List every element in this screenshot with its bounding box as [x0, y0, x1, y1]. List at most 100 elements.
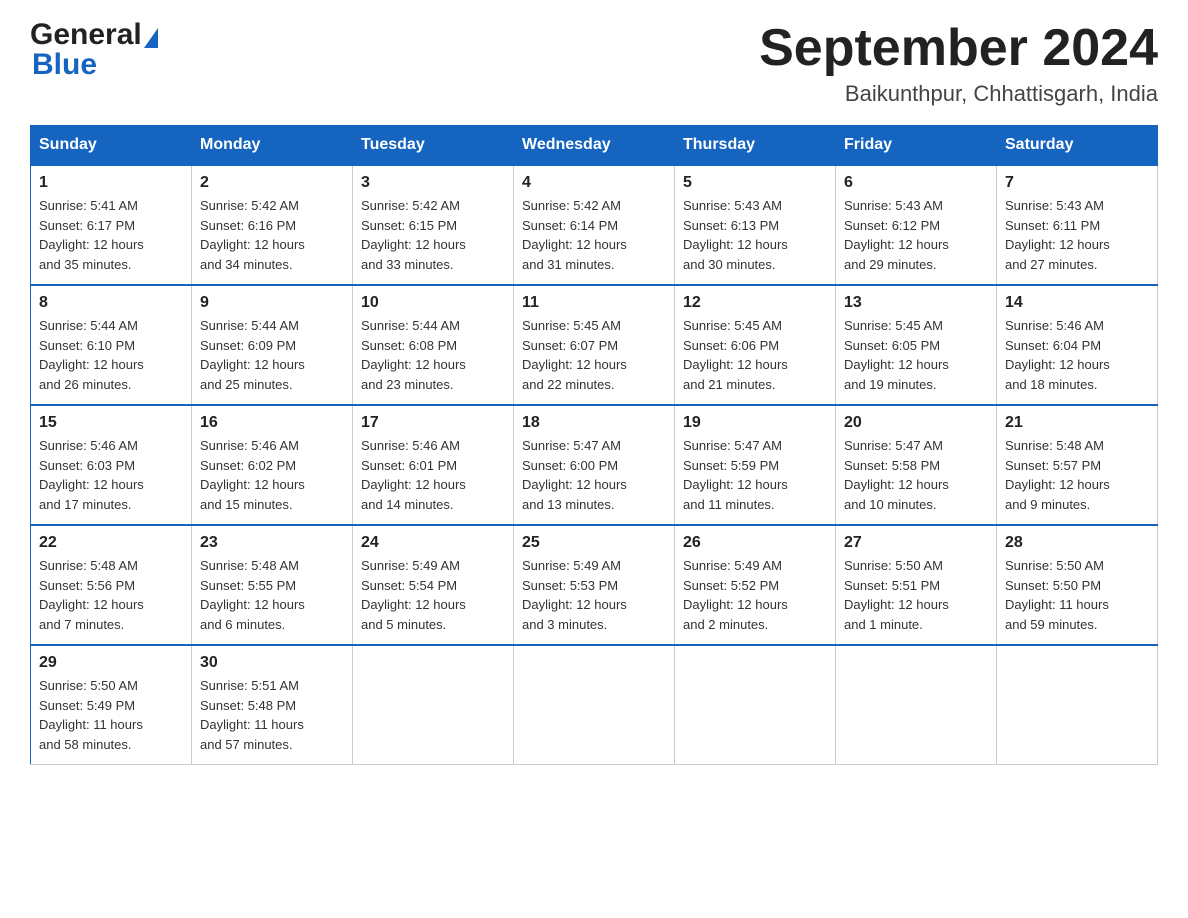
column-header-tuesday: Tuesday — [353, 126, 514, 166]
calendar-day-cell: 20 Sunrise: 5:47 AMSunset: 5:58 PMDaylig… — [836, 405, 997, 525]
day-info: Sunrise: 5:48 AMSunset: 5:55 PMDaylight:… — [200, 556, 344, 634]
calendar-day-cell: 27 Sunrise: 5:50 AMSunset: 5:51 PMDaylig… — [836, 525, 997, 645]
empty-calendar-cell — [836, 645, 997, 765]
logo-general: General — [30, 20, 142, 50]
day-number: 13 — [844, 294, 988, 312]
day-info: Sunrise: 5:50 AMSunset: 5:51 PMDaylight:… — [844, 556, 988, 634]
day-number: 12 — [683, 294, 827, 312]
day-info: Sunrise: 5:42 AMSunset: 6:16 PMDaylight:… — [200, 196, 344, 274]
day-info: Sunrise: 5:44 AMSunset: 6:08 PMDaylight:… — [361, 316, 505, 394]
title-area: September 2024 Baikunthpur, Chhattisgarh… — [759, 20, 1158, 107]
empty-calendar-cell — [997, 645, 1158, 765]
calendar-week-row: 29 Sunrise: 5:50 AMSunset: 5:49 PMDaylig… — [31, 645, 1158, 765]
calendar-subtitle: Baikunthpur, Chhattisgarh, India — [759, 81, 1158, 107]
day-number: 4 — [522, 174, 666, 192]
calendar-day-cell: 18 Sunrise: 5:47 AMSunset: 6:00 PMDaylig… — [514, 405, 675, 525]
day-number: 15 — [39, 414, 183, 432]
calendar-day-cell: 22 Sunrise: 5:48 AMSunset: 5:56 PMDaylig… — [31, 525, 192, 645]
day-info: Sunrise: 5:46 AMSunset: 6:01 PMDaylight:… — [361, 436, 505, 514]
empty-calendar-cell — [353, 645, 514, 765]
calendar-day-cell: 6 Sunrise: 5:43 AMSunset: 6:12 PMDayligh… — [836, 165, 997, 285]
day-number: 19 — [683, 414, 827, 432]
day-number: 16 — [200, 414, 344, 432]
day-number: 2 — [200, 174, 344, 192]
calendar-day-cell: 11 Sunrise: 5:45 AMSunset: 6:07 PMDaylig… — [514, 285, 675, 405]
day-number: 5 — [683, 174, 827, 192]
day-info: Sunrise: 5:43 AMSunset: 6:13 PMDaylight:… — [683, 196, 827, 274]
day-info: Sunrise: 5:49 AMSunset: 5:53 PMDaylight:… — [522, 556, 666, 634]
day-info: Sunrise: 5:42 AMSunset: 6:15 PMDaylight:… — [361, 196, 505, 274]
logo: General Blue — [30, 20, 158, 82]
day-number: 1 — [39, 174, 183, 192]
day-info: Sunrise: 5:46 AMSunset: 6:04 PMDaylight:… — [1005, 316, 1149, 394]
day-number: 10 — [361, 294, 505, 312]
calendar-day-cell: 17 Sunrise: 5:46 AMSunset: 6:01 PMDaylig… — [353, 405, 514, 525]
calendar-day-cell: 16 Sunrise: 5:46 AMSunset: 6:02 PMDaylig… — [192, 405, 353, 525]
column-header-monday: Monday — [192, 126, 353, 166]
calendar-day-cell: 23 Sunrise: 5:48 AMSunset: 5:55 PMDaylig… — [192, 525, 353, 645]
calendar-title: September 2024 — [759, 20, 1158, 77]
day-info: Sunrise: 5:41 AMSunset: 6:17 PMDaylight:… — [39, 196, 183, 274]
calendar-day-cell: 5 Sunrise: 5:43 AMSunset: 6:13 PMDayligh… — [675, 165, 836, 285]
day-info: Sunrise: 5:50 AMSunset: 5:49 PMDaylight:… — [39, 676, 183, 754]
column-header-saturday: Saturday — [997, 126, 1158, 166]
calendar-day-cell: 8 Sunrise: 5:44 AMSunset: 6:10 PMDayligh… — [31, 285, 192, 405]
calendar-day-cell: 3 Sunrise: 5:42 AMSunset: 6:15 PMDayligh… — [353, 165, 514, 285]
day-info: Sunrise: 5:45 AMSunset: 6:05 PMDaylight:… — [844, 316, 988, 394]
day-info: Sunrise: 5:48 AMSunset: 5:56 PMDaylight:… — [39, 556, 183, 634]
calendar-day-cell: 1 Sunrise: 5:41 AMSunset: 6:17 PMDayligh… — [31, 165, 192, 285]
day-info: Sunrise: 5:46 AMSunset: 6:02 PMDaylight:… — [200, 436, 344, 514]
day-info: Sunrise: 5:45 AMSunset: 6:06 PMDaylight:… — [683, 316, 827, 394]
day-info: Sunrise: 5:48 AMSunset: 5:57 PMDaylight:… — [1005, 436, 1149, 514]
calendar-day-cell: 30 Sunrise: 5:51 AMSunset: 5:48 PMDaylig… — [192, 645, 353, 765]
calendar-day-cell: 21 Sunrise: 5:48 AMSunset: 5:57 PMDaylig… — [997, 405, 1158, 525]
day-info: Sunrise: 5:45 AMSunset: 6:07 PMDaylight:… — [522, 316, 666, 394]
column-header-sunday: Sunday — [31, 126, 192, 166]
calendar-day-cell: 25 Sunrise: 5:49 AMSunset: 5:53 PMDaylig… — [514, 525, 675, 645]
calendar-day-cell: 28 Sunrise: 5:50 AMSunset: 5:50 PMDaylig… — [997, 525, 1158, 645]
day-info: Sunrise: 5:44 AMSunset: 6:09 PMDaylight:… — [200, 316, 344, 394]
calendar-day-cell: 26 Sunrise: 5:49 AMSunset: 5:52 PMDaylig… — [675, 525, 836, 645]
day-number: 17 — [361, 414, 505, 432]
calendar-week-row: 1 Sunrise: 5:41 AMSunset: 6:17 PMDayligh… — [31, 165, 1158, 285]
day-number: 25 — [522, 534, 666, 552]
day-info: Sunrise: 5:47 AMSunset: 5:59 PMDaylight:… — [683, 436, 827, 514]
calendar-day-cell: 12 Sunrise: 5:45 AMSunset: 6:06 PMDaylig… — [675, 285, 836, 405]
calendar-header-row: SundayMondayTuesdayWednesdayThursdayFrid… — [31, 126, 1158, 166]
calendar-day-cell: 29 Sunrise: 5:50 AMSunset: 5:49 PMDaylig… — [31, 645, 192, 765]
day-number: 8 — [39, 294, 183, 312]
day-number: 21 — [1005, 414, 1149, 432]
logo-blue: Blue — [32, 48, 97, 81]
day-number: 9 — [200, 294, 344, 312]
empty-calendar-cell — [514, 645, 675, 765]
day-info: Sunrise: 5:49 AMSunset: 5:54 PMDaylight:… — [361, 556, 505, 634]
logo-triangle — [144, 28, 158, 48]
day-number: 18 — [522, 414, 666, 432]
calendar-day-cell: 13 Sunrise: 5:45 AMSunset: 6:05 PMDaylig… — [836, 285, 997, 405]
empty-calendar-cell — [675, 645, 836, 765]
day-number: 7 — [1005, 174, 1149, 192]
day-info: Sunrise: 5:50 AMSunset: 5:50 PMDaylight:… — [1005, 556, 1149, 634]
day-info: Sunrise: 5:44 AMSunset: 6:10 PMDaylight:… — [39, 316, 183, 394]
column-header-friday: Friday — [836, 126, 997, 166]
day-number: 28 — [1005, 534, 1149, 552]
day-info: Sunrise: 5:43 AMSunset: 6:12 PMDaylight:… — [844, 196, 988, 274]
day-number: 23 — [200, 534, 344, 552]
day-number: 6 — [844, 174, 988, 192]
calendar-day-cell: 19 Sunrise: 5:47 AMSunset: 5:59 PMDaylig… — [675, 405, 836, 525]
day-number: 11 — [522, 294, 666, 312]
calendar-day-cell: 24 Sunrise: 5:49 AMSunset: 5:54 PMDaylig… — [353, 525, 514, 645]
calendar-day-cell: 9 Sunrise: 5:44 AMSunset: 6:09 PMDayligh… — [192, 285, 353, 405]
day-number: 27 — [844, 534, 988, 552]
day-number: 26 — [683, 534, 827, 552]
calendar-day-cell: 14 Sunrise: 5:46 AMSunset: 6:04 PMDaylig… — [997, 285, 1158, 405]
day-info: Sunrise: 5:43 AMSunset: 6:11 PMDaylight:… — [1005, 196, 1149, 274]
calendar-week-row: 8 Sunrise: 5:44 AMSunset: 6:10 PMDayligh… — [31, 285, 1158, 405]
day-number: 30 — [200, 654, 344, 672]
calendar-day-cell: 15 Sunrise: 5:46 AMSunset: 6:03 PMDaylig… — [31, 405, 192, 525]
day-number: 3 — [361, 174, 505, 192]
calendar-week-row: 15 Sunrise: 5:46 AMSunset: 6:03 PMDaylig… — [31, 405, 1158, 525]
calendar-day-cell: 7 Sunrise: 5:43 AMSunset: 6:11 PMDayligh… — [997, 165, 1158, 285]
day-info: Sunrise: 5:46 AMSunset: 6:03 PMDaylight:… — [39, 436, 183, 514]
page-header: General Blue September 2024 Baikunthpur,… — [30, 20, 1158, 107]
